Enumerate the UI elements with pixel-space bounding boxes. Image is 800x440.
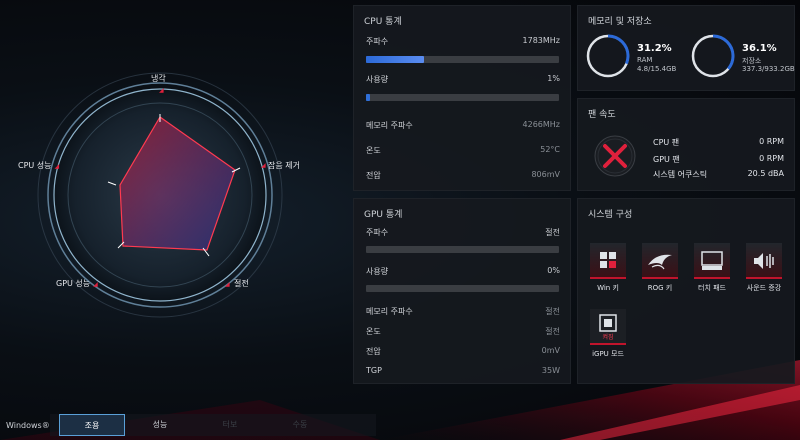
cpu-fan-label: CPU 팬 xyxy=(653,138,680,147)
cpu-freq-label: 주파수 xyxy=(366,37,389,46)
radar-label-cooling-text: 냉각 xyxy=(151,74,166,83)
mode-manual-button[interactable]: 수동 xyxy=(270,414,330,436)
acoustic-value: 20.5 dBA xyxy=(747,169,784,178)
radar-marker-power: ◢ xyxy=(225,281,230,288)
cpu-fan-value: 0 RPM xyxy=(759,137,784,146)
cpu-stats-title: CPU 통계 xyxy=(364,17,402,27)
mode-turbo-button[interactable]: 터보 xyxy=(200,414,260,436)
fan-speed-panel: 팬 속도 CPU 팬 0 RPM GPU 팬 0 RPM 시스템 어쿠스틱 20… xyxy=(577,98,795,191)
system-config-panel: 시스템 구성 Win 키 ROG 키 터치 패드 사운드 증강 켜짐 iGPU … xyxy=(577,198,795,384)
cpu-temp-label: 온도 xyxy=(366,146,381,155)
gpu-freq-value: 절전 xyxy=(545,228,560,237)
ram-percent: 31.2% xyxy=(637,43,672,54)
mode-quiet-button[interactable]: 조용 xyxy=(59,414,125,436)
radar-label-power-text: 절전 xyxy=(234,279,249,288)
radar-label-noise-text: 잡음 제거 xyxy=(268,161,300,170)
radar-chart xyxy=(37,72,283,318)
storage-detail: 337.3/933.2GB xyxy=(742,65,795,73)
radar-label-noise: 잡음 제거 xyxy=(268,160,300,171)
cpu-temp-value: 52°C xyxy=(540,145,560,154)
fan-icon xyxy=(594,135,636,177)
gpu-mem-freq-label: 메모리 주파수 xyxy=(366,307,413,316)
igpu-icon: 켜짐 xyxy=(590,309,626,345)
gpu-usage-label: 사용량 xyxy=(366,267,389,276)
gpu-temp-value: 절전 xyxy=(545,327,560,336)
gpu-fan-value: 0 RPM xyxy=(759,154,784,163)
radar-label-cpu-text: CPU 성능 xyxy=(18,161,52,170)
radar-label-power: 절전 xyxy=(234,278,249,289)
acoustic-label: 시스템 어쿠스틱 xyxy=(653,170,708,179)
memory-storage-panel: 메모리 및 저장소 31.2% RAM 4.8/15.4GB 36.1% 저장소… xyxy=(577,5,795,91)
cpu-voltage-value: 806mV xyxy=(531,170,560,179)
igpu-mode-toggle[interactable]: 켜짐 iGPU 모드 xyxy=(586,309,630,359)
sound-boost-label: 사운드 증강 xyxy=(746,284,782,292)
gpu-freq-label: 주파수 xyxy=(366,228,389,237)
cpu-freq-bar xyxy=(366,56,559,63)
mode-selector: 조용 성능 터보 수동 xyxy=(50,414,376,436)
cpu-usage-value: 1% xyxy=(547,74,560,83)
radar-label-gpu: GPU 성능 ◢ xyxy=(56,279,98,288)
ram-gauge xyxy=(586,34,630,78)
gpu-stats-panel: GPU 통계 주파수 절전 사용량 0% 메모리 주파수 절전 온도 절전 전압… xyxy=(353,198,571,384)
gpu-tgp-value: 35W xyxy=(541,366,560,375)
rog-key-toggle[interactable]: ROG 키 xyxy=(638,243,682,293)
storage-gauge xyxy=(691,34,735,78)
storage-percent: 36.1% xyxy=(742,43,777,54)
rog-key-label: ROG 키 xyxy=(647,284,673,292)
gpu-freq-bar xyxy=(366,246,559,253)
memory-storage-title: 메모리 및 저장소 xyxy=(588,17,652,27)
radar-label-cpu: CPU 성능 ◢ xyxy=(18,161,60,170)
radar-marker-noise: ◢ xyxy=(261,162,266,169)
windows-key-icon xyxy=(590,243,626,279)
gpu-usage-value: 0% xyxy=(547,266,560,275)
ram-detail: 4.8/15.4GB xyxy=(637,65,677,73)
win-key-toggle[interactable]: Win 키 xyxy=(586,243,630,293)
touchpad-toggle[interactable]: 터치 패드 xyxy=(690,243,734,293)
sound-boost-icon xyxy=(746,243,782,279)
fan-speed-title: 팬 속도 xyxy=(588,110,616,120)
ram-label: RAM xyxy=(637,56,653,64)
system-config-title: 시스템 구성 xyxy=(588,210,633,220)
performance-radar: 냉각 ◢ 잡음 제거 ◢ 절전 ◢ GPU 성능 ◢ CPU 성능 ◢ xyxy=(0,0,350,410)
radar-label-gpu-text: GPU 성능 xyxy=(56,279,91,288)
radar-label-cooling: 냉각 xyxy=(151,73,166,84)
cpu-freq-bar-fill xyxy=(366,56,424,63)
win-key-label: Win 키 xyxy=(597,284,619,292)
windows-mode-label: Windows® xyxy=(6,421,50,430)
gpu-usage-bar xyxy=(366,285,559,292)
cpu-voltage-label: 전압 xyxy=(366,171,381,180)
gpu-fan-label: GPU 팬 xyxy=(653,155,680,164)
touchpad-icon xyxy=(694,243,730,279)
igpu-mode-label: iGPU 모드 xyxy=(592,350,624,358)
cpu-mem-freq-value: 4266MHz xyxy=(522,120,560,129)
gpu-stats-title: GPU 통계 xyxy=(364,210,403,220)
gpu-voltage-value: 0mV xyxy=(541,346,560,355)
gpu-tgp-label: TGP xyxy=(366,366,382,375)
radar-marker-cooling: ◢ xyxy=(159,87,164,94)
rog-key-icon xyxy=(642,243,678,279)
gpu-temp-label: 온도 xyxy=(366,327,381,336)
cpu-usage-bar xyxy=(366,94,559,101)
cpu-stats-panel: CPU 통계 주파수 1783MHz 사용량 1% 메모리 주파수 4266MH… xyxy=(353,5,571,191)
gpu-voltage-label: 전압 xyxy=(366,347,381,356)
mode-bottom-bar: Windows® 조용 성능 터보 수동 xyxy=(0,410,800,440)
igpu-status-badge: 켜짐 xyxy=(602,334,614,341)
gpu-mem-freq-value: 절전 xyxy=(545,307,560,316)
cpu-usage-label: 사용량 xyxy=(366,75,389,84)
mode-performance-button[interactable]: 성능 xyxy=(130,414,190,436)
cpu-freq-value: 1783MHz xyxy=(522,36,560,45)
sound-boost-toggle[interactable]: 사운드 증강 xyxy=(742,243,786,293)
cpu-usage-bar-fill xyxy=(366,94,370,101)
touchpad-label: 터치 패드 xyxy=(698,284,726,292)
cpu-mem-freq-label: 메모리 주파수 xyxy=(366,121,413,130)
